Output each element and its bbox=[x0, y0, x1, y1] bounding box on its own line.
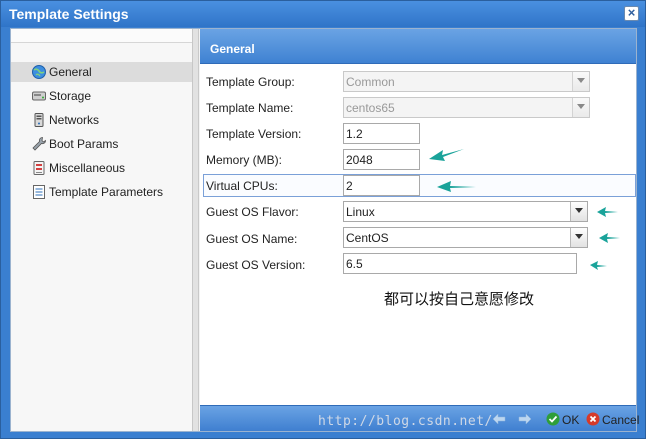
template-settings-dialog: Template Settings × General Storage Netw… bbox=[0, 0, 646, 439]
nav-item-networks[interactable]: Networks bbox=[11, 110, 192, 130]
nav-label-template-parameters: Template Parameters bbox=[49, 185, 164, 199]
chevron-down-icon bbox=[577, 78, 585, 83]
watermark: http://blog.csdn.net/ bbox=[318, 414, 493, 429]
memory-input[interactable]: 2048 bbox=[343, 149, 420, 170]
list-icon bbox=[33, 185, 45, 199]
guest-os-version-value: 6.5 bbox=[346, 257, 363, 271]
nav-label-storage: Storage bbox=[49, 89, 92, 103]
globe-icon bbox=[32, 65, 46, 79]
guest-os-flavor-value: Linux bbox=[346, 205, 375, 219]
guest-os-version-label: Guest OS Version: bbox=[206, 258, 306, 272]
vcpus-input[interactable]: 2 bbox=[343, 175, 420, 196]
memory-value: 2048 bbox=[346, 153, 373, 167]
template-name-value: centos65 bbox=[346, 101, 395, 115]
forward-arrow-icon bbox=[518, 413, 532, 425]
dialog-footer: http://blog.csdn.net/ OK Cancel bbox=[200, 405, 640, 431]
nav-item-boot-params[interactable]: Boot Params bbox=[11, 134, 192, 154]
ok-button-label: OK bbox=[562, 413, 580, 427]
guest-os-version-input[interactable]: 6.5 bbox=[343, 253, 577, 274]
guest-os-name-dropdown-button[interactable] bbox=[570, 228, 587, 247]
annotation-arrow-vcpus bbox=[437, 181, 476, 192]
general-panel: General Template Group: Common Template … bbox=[200, 29, 640, 431]
check-icon bbox=[546, 412, 560, 426]
template-name-select[interactable]: centos65 bbox=[343, 97, 590, 118]
chevron-down-icon bbox=[575, 208, 583, 213]
template-version-value: 1.2 bbox=[346, 127, 363, 141]
guest-os-name-label: Guest OS Name: bbox=[206, 232, 298, 246]
template-group-value: Common bbox=[346, 75, 395, 89]
back-arrow-icon bbox=[492, 413, 506, 425]
nav-header bbox=[11, 29, 192, 43]
pane-splitter[interactable] bbox=[193, 29, 199, 431]
guest-os-name-value: CentOS bbox=[346, 231, 389, 245]
close-icon: × bbox=[627, 5, 636, 20]
vcpus-label: Virtual CPUs: bbox=[206, 179, 278, 193]
settings-nav: General Storage Networks Boot Params Mis… bbox=[11, 29, 193, 431]
nav-label-boot-params: Boot Params bbox=[49, 137, 119, 151]
close-button[interactable]: × bbox=[624, 6, 639, 21]
nav-label-general: General bbox=[49, 65, 92, 79]
misc-icon bbox=[33, 161, 45, 175]
template-version-label: Template Version: bbox=[206, 127, 302, 141]
nav-label-networks: Networks bbox=[49, 113, 100, 127]
guest-os-name-select[interactable]: CentOS bbox=[343, 227, 588, 248]
vcpus-value: 2 bbox=[346, 179, 353, 193]
guest-os-flavor-label: Guest OS Flavor: bbox=[206, 205, 299, 219]
annotation-arrow-os-name bbox=[599, 233, 620, 243]
guest-os-flavor-select[interactable]: Linux bbox=[343, 201, 588, 222]
annotation-arrow-memory bbox=[429, 149, 464, 161]
ok-button[interactable]: OK bbox=[546, 411, 586, 428]
annotation-arrow-os-version bbox=[590, 261, 607, 270]
chevron-down-icon bbox=[575, 234, 583, 239]
nav-item-general[interactable]: General bbox=[11, 62, 192, 82]
nav-item-miscellaneous[interactable]: Miscellaneous bbox=[11, 158, 192, 178]
wrench-icon bbox=[32, 137, 46, 151]
cancel-icon bbox=[586, 412, 600, 426]
dialog-titlebar[interactable]: Template Settings × bbox=[1, 1, 645, 27]
cancel-button[interactable]: Cancel bbox=[586, 411, 640, 428]
panel-title: General bbox=[210, 42, 255, 56]
nav-item-template-parameters[interactable]: Template Parameters bbox=[11, 182, 192, 202]
annotation-note: 都可以按自己意愿修改 bbox=[384, 291, 535, 308]
nav-item-storage[interactable]: Storage bbox=[11, 86, 192, 106]
template-name-label: Template Name: bbox=[206, 101, 294, 115]
cancel-button-label: Cancel bbox=[602, 413, 640, 427]
template-version-input[interactable]: 1.2 bbox=[343, 123, 420, 144]
dialog-body: General Storage Networks Boot Params Mis… bbox=[10, 28, 640, 432]
template-group-select[interactable]: Common bbox=[343, 71, 590, 92]
annotation-arrow-os-flavor bbox=[597, 207, 618, 217]
disk-icon bbox=[32, 91, 46, 101]
memory-label: Memory (MB): bbox=[206, 153, 282, 167]
network-icon bbox=[34, 113, 44, 127]
chevron-down-icon bbox=[577, 104, 585, 109]
guest-os-flavor-dropdown-button[interactable] bbox=[570, 202, 587, 221]
template-group-label: Template Group: bbox=[206, 75, 295, 89]
nav-label-miscellaneous: Miscellaneous bbox=[49, 161, 126, 175]
dialog-title: Template Settings bbox=[9, 6, 129, 22]
panel-header: General bbox=[200, 29, 636, 64]
template-name-dropdown-button[interactable] bbox=[572, 98, 589, 117]
template-group-dropdown-button[interactable] bbox=[572, 72, 589, 91]
